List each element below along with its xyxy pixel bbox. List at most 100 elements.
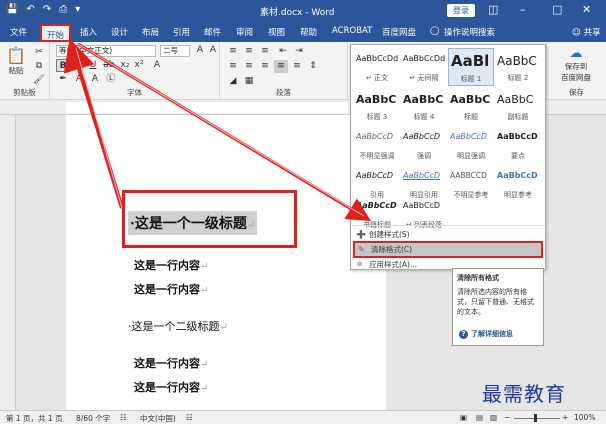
page-count[interactable]: 第 1 页，共 1 页	[6, 413, 63, 424]
login-button[interactable]: 登录	[447, 4, 475, 17]
cut-icon[interactable]: ✂	[32, 46, 46, 59]
create-style-item[interactable]: ➕ 创建样式(S)	[353, 228, 543, 241]
font-color-icon[interactable]: A	[72, 73, 86, 86]
style-heading-1[interactable]: AaBl 标题 1	[448, 48, 494, 86]
superscript-icon[interactable]: x²	[132, 59, 146, 72]
vertical-ruler[interactable]	[0, 115, 16, 410]
line-spacing-icon[interactable]: ⇕	[306, 60, 320, 73]
print-layout-icon[interactable]: ▤	[476, 413, 483, 422]
content-line-1[interactable]: 这是一行内容↵	[134, 257, 208, 273]
read-mode-icon[interactable]: ▣	[460, 413, 467, 422]
tab-references[interactable]: 引用	[173, 26, 190, 38]
style-emphasis[interactable]: AaBbCcD 强调	[401, 126, 447, 164]
clear-formatting-item[interactable]: ✎ 清除格式(C)	[353, 241, 543, 258]
web-layout-icon[interactable]: ▧	[490, 413, 497, 422]
align-right-icon[interactable]: ≡	[258, 60, 272, 73]
tab-baidu-pan[interactable]: 百度网盘	[382, 26, 416, 38]
language-status[interactable]: 中文(中国)	[140, 413, 176, 424]
tab-mailings[interactable]: 邮件	[204, 26, 221, 38]
copy-icon[interactable]: ⧉	[32, 60, 46, 73]
undo-icon[interactable]: ↶	[26, 4, 34, 15]
tab-help[interactable]: 帮助	[300, 26, 317, 38]
word-count[interactable]: 8/60 个字	[76, 413, 110, 424]
style-no-spacing[interactable]: AaBbCcDd ↵ 无间隔	[401, 48, 447, 86]
style-intense-emphasis[interactable]: AaBbCcD 明显强调	[448, 126, 494, 164]
numbering-icon[interactable]: ≡	[242, 45, 256, 58]
content-line-4[interactable]: 这是一行内容↵	[134, 379, 208, 395]
text-effects-icon[interactable]: A	[150, 59, 164, 72]
bullets-icon[interactable]: ≡	[226, 45, 240, 58]
zoom-level[interactable]: 100%	[574, 413, 595, 422]
style-name: 标题 3	[366, 113, 388, 121]
tab-acrobat[interactable]: ACROBAT	[332, 26, 372, 36]
paste-button[interactable]: 📋 粘贴	[6, 46, 26, 76]
style-sample: AaBbCcD	[450, 132, 488, 141]
style-heading-4[interactable]: AaBbC 标题 4	[401, 87, 447, 125]
enclose-char-icon[interactable]: Ⓛ	[104, 73, 118, 86]
paragraph-mark: ↵	[200, 285, 209, 296]
tab-file[interactable]: 文件	[10, 26, 27, 38]
restore-icon[interactable]: □	[552, 3, 562, 16]
save-to-baidu-button[interactable]: ☁ 保存到 百度网盘	[551, 46, 601, 83]
subscript-icon[interactable]: x₂	[118, 59, 132, 72]
close-icon[interactable]: ✕	[582, 3, 591, 16]
bold-icon[interactable]: B	[56, 59, 70, 72]
tab-insert[interactable]: 插入	[80, 26, 97, 38]
content-line-2[interactable]: 这是一行内容↵	[134, 281, 208, 297]
tell-me-search[interactable]: 操作说明搜索	[444, 26, 495, 38]
style-title[interactable]: AaBbC 标题	[448, 87, 494, 125]
redo-icon[interactable]: ↷	[43, 4, 51, 15]
zoom-in-icon[interactable]: +	[562, 413, 568, 422]
font-size-select[interactable]: 二号	[160, 45, 190, 57]
strikethrough-icon[interactable]: ab	[102, 59, 116, 72]
style-sample: AaBbCcD	[497, 171, 538, 180]
content-line-3[interactable]: 这是一行内容↵	[134, 355, 208, 371]
italic-icon[interactable]: I	[72, 59, 86, 72]
align-left-icon[interactable]: ≡	[226, 60, 240, 73]
heading-2-line[interactable]: ·这是一个二级标题↵	[128, 318, 228, 334]
tab-home[interactable]: 开始	[40, 24, 72, 42]
char-shading-icon[interactable]: A	[88, 73, 102, 86]
shrink-font-icon[interactable]: A	[206, 44, 220, 57]
heading-2-text: 这是一个二级标题	[131, 320, 220, 333]
highlight-icon[interactable]: ✒	[56, 73, 70, 86]
learn-more-link[interactable]: ? 了解详细信息	[459, 329, 513, 339]
grow-font-icon[interactable]: A	[193, 44, 207, 57]
decrease-indent-icon[interactable]: ⇤	[276, 45, 290, 58]
proofing-icon[interactable]: ☷	[120, 413, 127, 422]
minimize-icon[interactable]: –	[520, 3, 526, 16]
zoom-slider-thumb[interactable]	[534, 414, 537, 422]
distributed-icon[interactable]: ≡	[290, 60, 304, 73]
tab-review[interactable]: 审阅	[236, 26, 253, 38]
style-intense-reference[interactable]: AaBbCcD 明显参考	[495, 165, 541, 203]
save-icon[interactable]: 💾	[6, 4, 18, 15]
tab-view[interactable]: 视图	[268, 26, 285, 38]
style-normal[interactable]: AaBbCcDd ↵ 正文	[354, 48, 400, 86]
increase-indent-icon[interactable]: ⇥	[292, 45, 306, 58]
print-preview-icon[interactable]: ⎙	[59, 4, 67, 15]
document-page[interactable]: ·这是一个一级标题↵ 这是一行内容↵ 这是一行内容↵ ·这是一个二级标题↵ 这是…	[66, 115, 386, 410]
style-heading-2[interactable]: AaBbC 标题 2	[495, 48, 541, 86]
content-text-1: 这是一行内容	[134, 259, 200, 272]
style-sample: AaBbCcD	[356, 201, 397, 210]
zoom-out-icon[interactable]: −	[504, 413, 510, 422]
style-subtle-reference[interactable]: AABBCCD 不明显参考	[448, 165, 494, 203]
font-name-select[interactable]: 等线 (中文正文)	[56, 45, 156, 57]
style-strong[interactable]: AaBbCcD 要点	[495, 126, 541, 164]
style-heading-3[interactable]: AaBbC 标题 3	[354, 87, 400, 125]
justify-icon[interactable]: ≡	[274, 60, 288, 73]
ribbon-display-icon[interactable]: ◫	[488, 3, 498, 16]
watermark-logo: 最需教育	[482, 382, 566, 406]
share-button[interactable]: ☺ 共享	[572, 26, 601, 38]
zoom-slider[interactable]	[514, 418, 560, 419]
align-center-icon[interactable]: ≡	[242, 60, 256, 73]
multilevel-list-icon[interactable]: ≡	[258, 45, 272, 58]
tab-design[interactable]: 设计	[111, 26, 128, 38]
format-painter-icon[interactable]: 🖌	[32, 74, 46, 87]
macro-icon[interactable]: ☷	[186, 413, 193, 422]
style-subtitle[interactable]: AaBbC 副标题	[495, 87, 541, 125]
underline-icon[interactable]: U	[86, 59, 100, 72]
style-subtle-emphasis[interactable]: AaBbCcD 不明显强调	[354, 126, 400, 164]
customize-qa-icon[interactable]: ▾	[75, 4, 80, 15]
tab-layout[interactable]: 布局	[142, 26, 159, 38]
